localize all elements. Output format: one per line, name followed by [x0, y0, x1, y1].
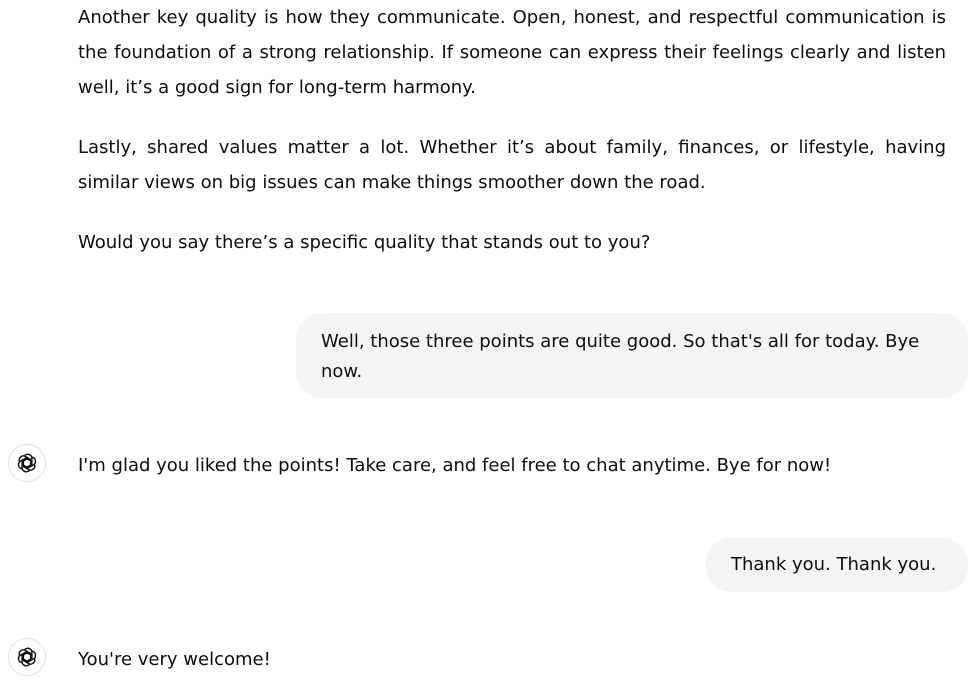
user-message-bubble: Well, those three points are quite good.… — [296, 313, 968, 398]
user-message-text: Well, those three points are quite good.… — [321, 331, 920, 382]
assistant-message-text: I'm glad you liked the points! Take care… — [78, 455, 832, 476]
user-message-text: Thank you. Thank you. — [731, 554, 937, 575]
assistant-message-text: You're very welcome! — [78, 649, 271, 670]
assistant-avatar — [8, 638, 46, 676]
chatgpt-logo-icon — [17, 453, 37, 473]
chatgpt-logo-icon — [17, 647, 37, 667]
conversation-thread: Another key quality is how they communic… — [0, 0, 980, 693]
assistant-message-paragraph: Lastly, shared values matter a lot. Whet… — [78, 137, 946, 193]
user-message-bubble: Thank you. Thank you. — [705, 538, 968, 592]
assistant-message-paragraph: Would you say there’s a specific quality… — [78, 232, 651, 253]
assistant-avatar — [8, 444, 46, 482]
assistant-message-paragraph: Another key quality is how they communic… — [78, 7, 946, 98]
